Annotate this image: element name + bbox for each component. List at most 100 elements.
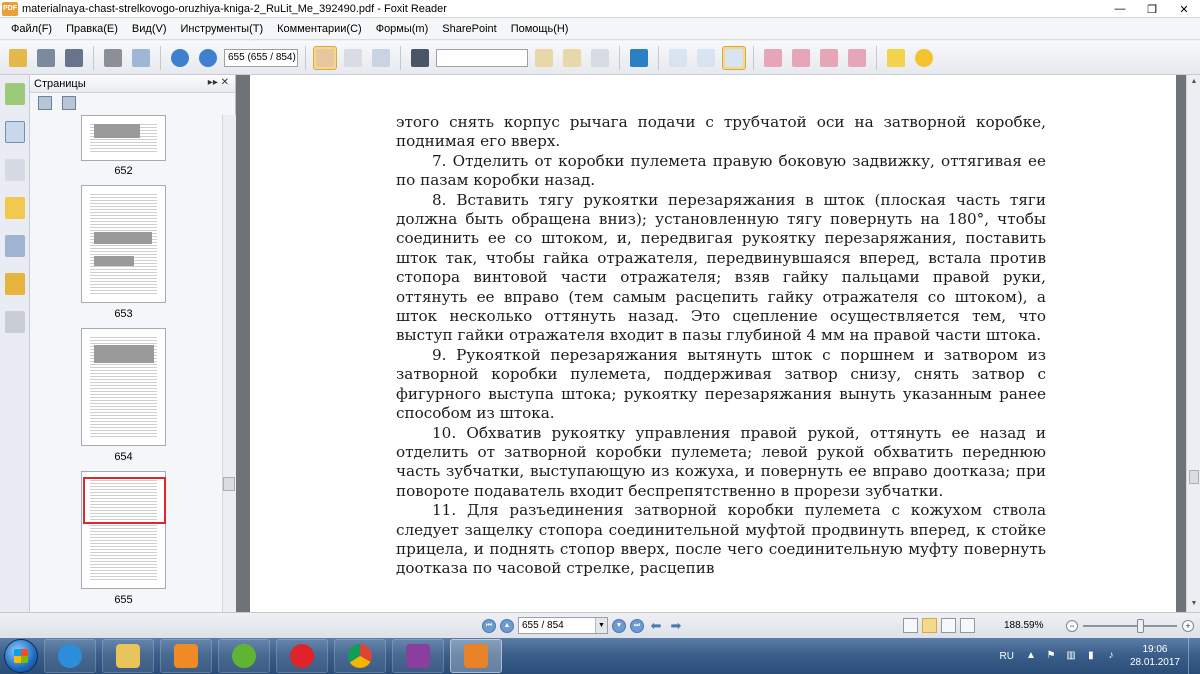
- start-button[interactable]: [4, 639, 38, 673]
- first-page-icon[interactable]: ⏮: [482, 618, 496, 633]
- forward-arrow-icon[interactable]: ➡: [668, 618, 684, 633]
- thumbnail-list: 652 653 654 655: [30, 115, 222, 612]
- next-page-button[interactable]: [196, 46, 220, 70]
- attachments-icon[interactable]: [4, 235, 25, 257]
- search-options-button[interactable]: [588, 46, 612, 70]
- print-button[interactable]: [101, 46, 125, 70]
- note-button[interactable]: [912, 46, 936, 70]
- taskbar-utorrent[interactable]: [218, 639, 270, 673]
- taskbar-foxit-reader[interactable]: [450, 639, 502, 673]
- show-hidden-icons-icon[interactable]: ▲: [1024, 649, 1038, 663]
- pdf-combine-button[interactable]: [817, 46, 841, 70]
- menu-tools[interactable]: Инструменты(T): [174, 18, 271, 40]
- document-scroll-thumb[interactable]: [1189, 470, 1199, 484]
- taskbar-opera[interactable]: [276, 639, 328, 673]
- previous-page-button[interactable]: [168, 46, 192, 70]
- flag-icon[interactable]: ⚑: [1044, 649, 1058, 663]
- menu-view[interactable]: Вид(V): [125, 18, 174, 40]
- actual-size-button[interactable]: [666, 46, 690, 70]
- page-thumbnail[interactable]: [81, 115, 166, 161]
- page-text-block: этого снять корпус рычага подачи с трубч…: [396, 113, 1046, 579]
- open-button[interactable]: [6, 46, 30, 70]
- layers-icon[interactable]: [4, 159, 25, 181]
- page-thumbnail[interactable]: [81, 328, 166, 446]
- clock-time: 19:06: [1142, 644, 1168, 655]
- zoom-level[interactable]: 188.59%: [1004, 620, 1043, 631]
- show-desktop-button[interactable]: [1188, 638, 1200, 674]
- pdf-create-button[interactable]: [761, 46, 785, 70]
- page-layout-buttons: [903, 618, 975, 633]
- power-icon[interactable]: ▮: [1084, 649, 1098, 663]
- page-thumbnail[interactable]: [81, 185, 166, 303]
- taskbar-media-player[interactable]: [160, 639, 212, 673]
- fit-width-button[interactable]: [722, 45, 746, 70]
- menu-edit[interactable]: Правка(E): [59, 18, 125, 40]
- snapshot-button[interactable]: [627, 46, 651, 70]
- properties-button[interactable]: [129, 46, 153, 70]
- chevron-down-icon[interactable]: ▼: [595, 618, 607, 633]
- menu-comments[interactable]: Комментарии(C): [270, 18, 369, 40]
- menu-forms[interactable]: Формы(m): [369, 18, 436, 40]
- comments-icon[interactable]: [4, 197, 25, 219]
- search-prev-button[interactable]: [532, 46, 556, 70]
- security-lock-icon[interactable]: [4, 273, 25, 295]
- zoom-track[interactable]: [1083, 619, 1177, 633]
- signatures-icon[interactable]: [4, 311, 25, 333]
- facing-pages-icon[interactable]: [941, 618, 956, 633]
- menu-help[interactable]: Помощь(H): [504, 18, 576, 40]
- pdf-convert-button[interactable]: [845, 46, 869, 70]
- hand-tool-button[interactable]: [313, 45, 337, 70]
- back-arrow-icon[interactable]: ⬅: [648, 618, 664, 633]
- continuous-page-icon[interactable]: [922, 618, 937, 633]
- select-tool-button[interactable]: [369, 46, 393, 70]
- maximize-button[interactable]: ❐: [1136, 0, 1168, 18]
- last-page-icon[interactable]: ⏭: [630, 618, 644, 633]
- search-next-button[interactable]: [560, 46, 584, 70]
- save-button[interactable]: [34, 46, 58, 70]
- pages-icon[interactable]: [4, 121, 25, 143]
- scroll-up-icon[interactable]: ▲: [1189, 77, 1199, 87]
- network-icon[interactable]: ▥: [1064, 649, 1078, 663]
- zoom-slider-knob[interactable]: [1137, 619, 1144, 633]
- document-scrollbar[interactable]: ▲ ▼: [1186, 75, 1200, 612]
- zoom-slider[interactable]: − +: [1066, 618, 1194, 634]
- toolbar-separator: [93, 45, 94, 70]
- panel-header-controls[interactable]: ▸▸ ✕: [208, 77, 229, 88]
- continuous-facing-icon[interactable]: [960, 618, 975, 633]
- taskbar-chrome[interactable]: [334, 639, 386, 673]
- typewriter-button[interactable]: [884, 46, 908, 70]
- find-button[interactable]: [408, 46, 432, 70]
- select-text-button[interactable]: [341, 46, 365, 70]
- menu-file[interactable]: Файл(F): [4, 18, 59, 40]
- text-select-icon: [344, 48, 362, 67]
- taskbar-file-explorer[interactable]: [102, 639, 154, 673]
- bookmarks-icon[interactable]: [4, 83, 25, 105]
- pdf-scan-button[interactable]: [789, 46, 813, 70]
- zoom-out-icon[interactable]: −: [1066, 620, 1078, 632]
- previous-page-icon[interactable]: ▲: [500, 618, 514, 633]
- clock[interactable]: 19:06 28.01.2017: [1130, 643, 1180, 669]
- media-player-icon: [174, 644, 198, 668]
- pages-panel-scrollbar[interactable]: [222, 115, 236, 612]
- pages-panel-scroll-thumb[interactable]: [223, 477, 235, 491]
- scroll-down-icon[interactable]: ▼: [1189, 599, 1199, 609]
- current-view-indicator[interactable]: [83, 477, 166, 524]
- zoom-in-icon[interactable]: +: [1182, 620, 1194, 632]
- save-all-button[interactable]: [62, 46, 86, 70]
- search-input[interactable]: [436, 48, 528, 67]
- menu-sharepoint[interactable]: SharePoint: [435, 18, 503, 40]
- next-page-icon[interactable]: ▼: [612, 618, 626, 633]
- zoom-in-thumbnail-icon[interactable]: [38, 96, 52, 110]
- close-button[interactable]: ✕: [1168, 0, 1200, 18]
- minimize-button[interactable]: —: [1104, 0, 1136, 18]
- fit-page-button[interactable]: [694, 46, 718, 70]
- taskbar-internet-explorer[interactable]: [44, 639, 96, 673]
- page-number-input[interactable]: 655 (655 / 854): [224, 48, 298, 67]
- volume-icon[interactable]: ♪: [1104, 649, 1118, 663]
- zoom-out-thumbnail-icon[interactable]: [62, 96, 76, 110]
- thumbnail-label: 655: [114, 594, 133, 606]
- language-indicator[interactable]: RU: [999, 651, 1013, 662]
- taskbar-winrar[interactable]: [392, 639, 444, 673]
- single-page-icon[interactable]: [903, 618, 918, 633]
- status-page-input[interactable]: 655 / 854 ▼: [518, 617, 608, 634]
